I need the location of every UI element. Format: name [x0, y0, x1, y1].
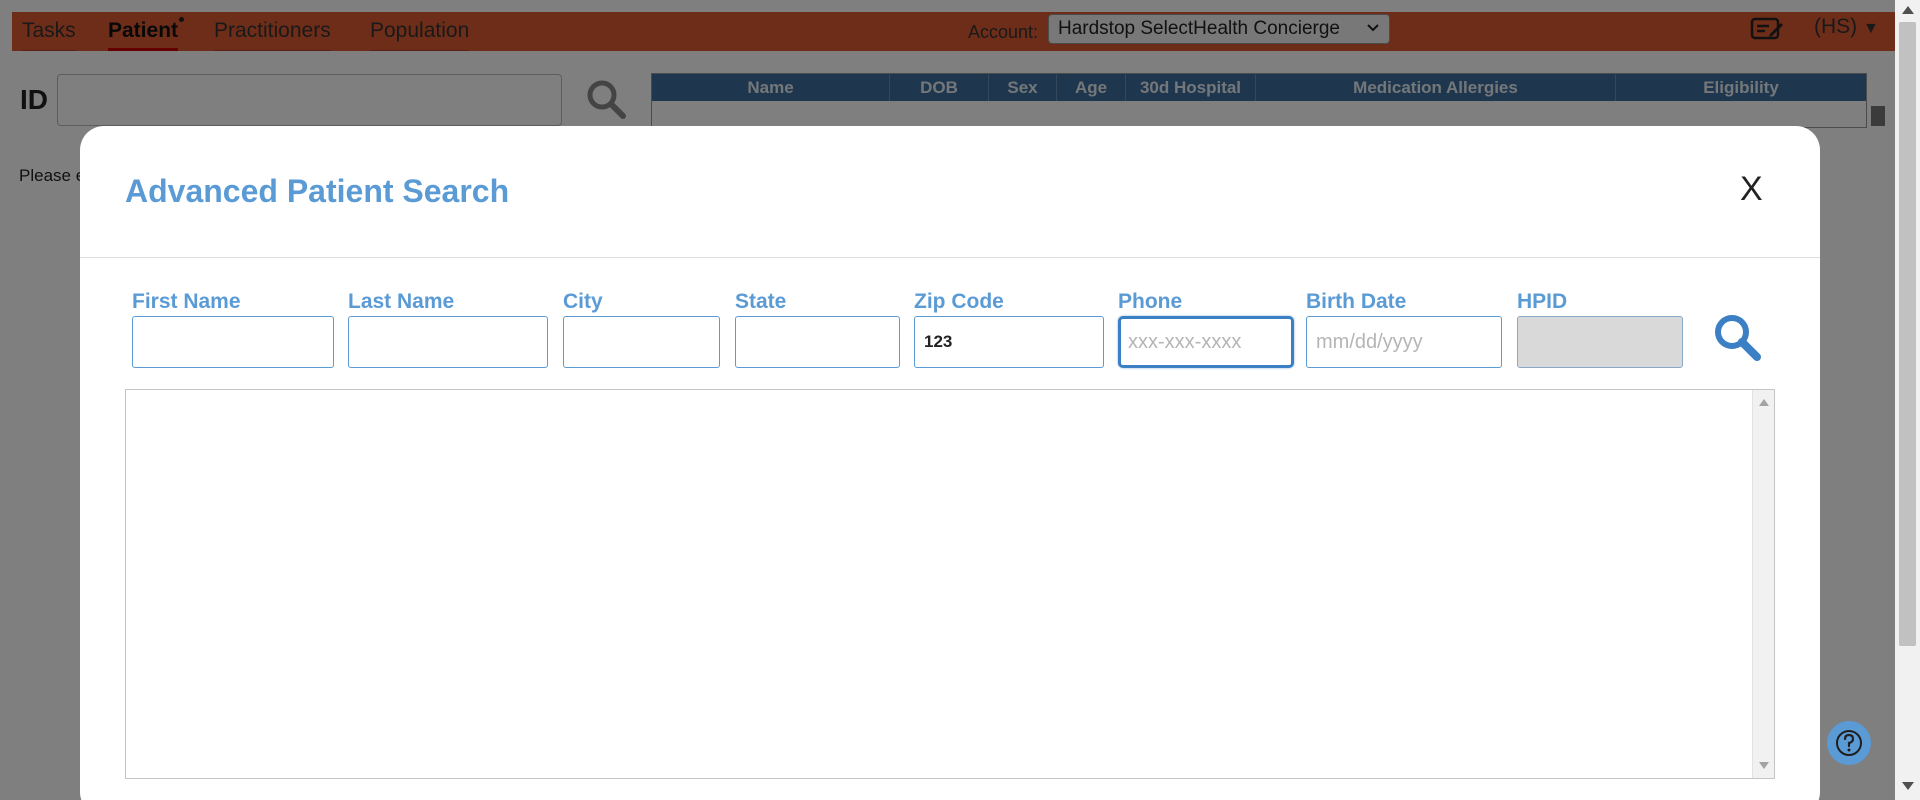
city-label: City: [563, 290, 603, 313]
state-input[interactable]: [735, 316, 900, 368]
search-results-list[interactable]: [125, 389, 1775, 779]
search-icon[interactable]: [1711, 311, 1763, 363]
scroll-up-arrow-icon[interactable]: [1759, 399, 1769, 406]
help-button[interactable]: [1827, 721, 1871, 765]
phone-input[interactable]: [1118, 316, 1294, 368]
modal-title: Advanced Patient Search: [125, 173, 510, 209]
page-scroll-thumb[interactable]: [1899, 22, 1916, 646]
birth-date-label: Birth Date: [1306, 290, 1407, 313]
birth-date-input[interactable]: [1306, 316, 1502, 368]
state-label: State: [735, 290, 787, 313]
page-scrollbar[interactable]: [1895, 0, 1920, 800]
advanced-search-modal: Advanced Patient Search X First Name Las…: [80, 126, 1820, 800]
hpid-label: HPID: [1517, 290, 1568, 313]
scroll-up-arrow-icon[interactable]: [1902, 6, 1914, 14]
city-input[interactable]: [563, 316, 720, 368]
zip-code-label: Zip Code: [914, 290, 1004, 313]
last-name-label: Last Name: [348, 290, 455, 313]
hpid-input: [1517, 316, 1683, 368]
results-scrollbar[interactable]: [1752, 390, 1774, 778]
first-name-label: First Name: [132, 290, 241, 313]
last-name-input[interactable]: [348, 316, 548, 368]
scroll-down-arrow-icon[interactable]: [1902, 782, 1914, 790]
modal-divider: [80, 257, 1820, 258]
phone-label: Phone: [1118, 290, 1183, 313]
close-button[interactable]: X: [1740, 170, 1763, 209]
zip-code-input[interactable]: [914, 316, 1104, 368]
scroll-down-arrow-icon[interactable]: [1759, 762, 1769, 769]
first-name-input[interactable]: [132, 316, 334, 368]
question-circle-icon: [1836, 730, 1862, 756]
